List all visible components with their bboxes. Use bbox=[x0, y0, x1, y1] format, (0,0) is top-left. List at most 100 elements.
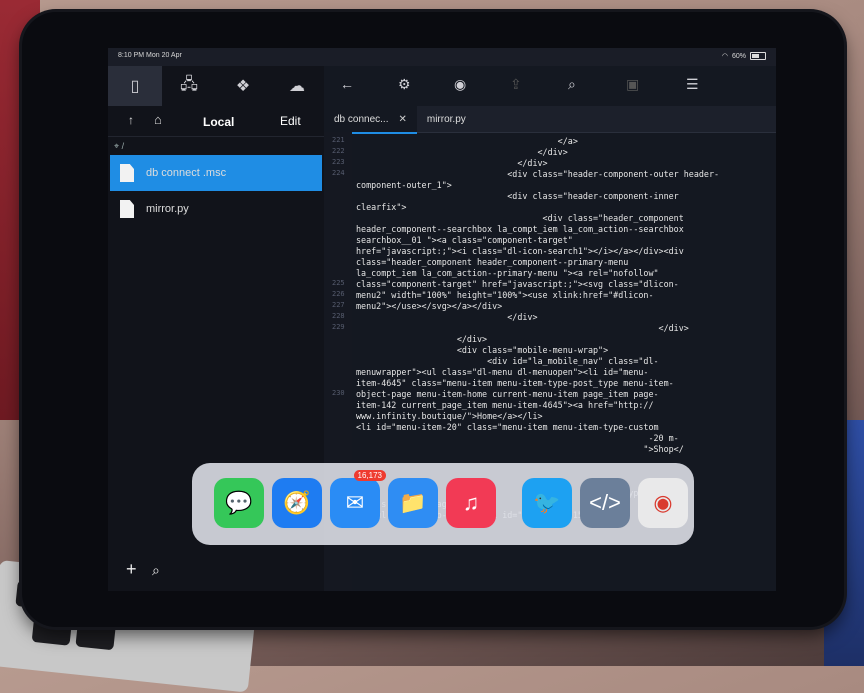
line-number: 223 bbox=[332, 158, 345, 166]
tab-label: mirror.py bbox=[426, 113, 466, 125]
code-line: </a> bbox=[356, 136, 578, 146]
file-item-db-connect[interactable]: db connect .msc bbox=[110, 155, 322, 191]
messages-app-icon[interactable]: 💬 bbox=[214, 478, 264, 528]
close-icon[interactable]: ✕ bbox=[398, 114, 406, 125]
code-line: ">Shop</ bbox=[356, 444, 684, 454]
location-pin-icon: ⌖ bbox=[114, 141, 120, 151]
code-line: www.infinity.boutique/">Home</a></li> bbox=[356, 411, 543, 421]
app-glyph: 🐦 bbox=[533, 490, 561, 515]
app-glyph: 💬 bbox=[225, 490, 253, 515]
code-line: <div class="header-component-outer heade… bbox=[356, 169, 720, 179]
line-number: 222 bbox=[332, 147, 345, 155]
add-icon[interactable]: + bbox=[126, 559, 137, 580]
tab-label: db connec... bbox=[334, 113, 389, 125]
music-app-icon[interactable]: ♫ bbox=[446, 478, 496, 528]
cloud-icon[interactable]: ☁ bbox=[270, 66, 324, 106]
mail-app-icon[interactable]: ✉ 16,173 bbox=[330, 470, 386, 528]
status-right: ◠ 60% bbox=[722, 52, 766, 60]
sidebar-title: Local bbox=[203, 115, 235, 129]
code-line: la_compt_iem la_com_action--primary-menu… bbox=[356, 268, 659, 278]
line-number: 226 bbox=[332, 290, 345, 298]
app-glyph: 🧭 bbox=[283, 490, 311, 515]
search-icon[interactable]: ⌕ bbox=[152, 562, 160, 579]
app-glyph: ✉ bbox=[345, 490, 365, 515]
code-line: class="header_component header_component… bbox=[356, 257, 629, 267]
code-line: header_component--searchbox la_compt_iem… bbox=[356, 224, 684, 234]
chrome-app-icon[interactable]: ◉ bbox=[638, 478, 688, 528]
gear-icon[interactable]: ⚙ bbox=[398, 76, 411, 93]
app-glyph: </> bbox=[589, 490, 621, 515]
sidebar-header: ↑ ⌂ Local Edit bbox=[108, 106, 324, 137]
code-line: searchbox__01 "><a class="component-targ… bbox=[356, 235, 573, 245]
code-line: </div> bbox=[356, 147, 568, 157]
code-line: </div> bbox=[356, 312, 538, 322]
code-line: object-page menu-item-home current-menu-… bbox=[356, 389, 659, 399]
share-icon[interactable]: ⇪ bbox=[510, 76, 522, 93]
line-number: 221 bbox=[332, 136, 345, 144]
app-glyph: ♫ bbox=[462, 490, 480, 515]
code-line: class="component-target" href="javascrip… bbox=[356, 279, 679, 289]
back-arrow-icon[interactable]: ← bbox=[340, 76, 354, 92]
dropbox-icon[interactable]: ❖ bbox=[216, 66, 270, 106]
code-line: menu2"></use></svg></a></div> bbox=[356, 301, 503, 311]
app-glyph: ◉ bbox=[653, 490, 673, 515]
up-arrow-icon[interactable]: ↑ bbox=[128, 113, 134, 127]
device-icon[interactable]: ▯ bbox=[108, 66, 162, 106]
line-number: 224 bbox=[332, 169, 345, 177]
line-number: 229 bbox=[332, 323, 345, 331]
sidebar-source-tabs: ▯ 🖧 ❖ ☁ bbox=[108, 66, 324, 106]
file-icon bbox=[120, 164, 134, 182]
code-line: </div> bbox=[356, 323, 689, 333]
tab-db-connect[interactable]: db connec... ✕ bbox=[324, 106, 417, 134]
code-line: <div class="mobile-menu-wrap"> bbox=[356, 345, 609, 355]
code-line: </div> bbox=[356, 334, 488, 344]
file-name: mirror.py bbox=[146, 203, 189, 215]
code-line: menu2" width="100%" height="100%"><use x… bbox=[356, 290, 654, 300]
code-line: clearfix"> bbox=[356, 202, 407, 212]
code-line: <li id="menu-item-20" class="menu-item m… bbox=[356, 422, 659, 432]
edit-button[interactable]: Edit bbox=[280, 114, 301, 128]
editor-toolbar: ← ⚙ ◉ ⇪ ⌕ ▣ ☰ bbox=[324, 66, 776, 106]
line-number: 225 bbox=[332, 279, 345, 287]
home-icon[interactable]: ⌂ bbox=[154, 112, 162, 127]
file-item-mirror[interactable]: mirror.py bbox=[110, 191, 322, 227]
code-line: component-outer_1"> bbox=[356, 180, 452, 190]
tab-mirror[interactable]: mirror.py bbox=[417, 106, 476, 132]
eye-icon[interactable]: ◉ bbox=[454, 76, 466, 93]
file-icon bbox=[120, 200, 134, 218]
ipad-device: 8:10 PM Mon 20 Apr ◠ 60% ▯ 🖧 ❖ ☁ ↑ ⌂ Loc… bbox=[22, 12, 844, 627]
twitter-app-icon[interactable]: 🐦 bbox=[522, 478, 572, 528]
wifi-icon: ◠ bbox=[721, 53, 728, 60]
code-line: menuwrapper"><ul class="dl-menu dl-menuo… bbox=[356, 367, 649, 377]
code-line: <div id="la_mobile_nav" class="dl- bbox=[356, 356, 659, 366]
code-line: <div class="header-component-inner bbox=[356, 191, 679, 201]
ipad-screen: 8:10 PM Mon 20 Apr ◠ 60% ▯ 🖧 ❖ ☁ ↑ ⌂ Loc… bbox=[108, 48, 776, 591]
line-number: 227 bbox=[332, 301, 345, 309]
code-line: href="javascript:;"><i class="dl-icon-se… bbox=[356, 246, 684, 256]
file-name: db connect .msc bbox=[146, 167, 227, 179]
code-line: <div class="header_component bbox=[356, 213, 684, 223]
path-text: / bbox=[121, 141, 125, 151]
code-app-icon[interactable]: </> bbox=[580, 478, 630, 528]
editor-tabs: db connec... ✕ mirror.py bbox=[324, 106, 776, 134]
battery-percent: 60% bbox=[731, 52, 746, 60]
server-icon[interactable]: 🖧 bbox=[162, 66, 216, 106]
ios-dock: 💬 🧭 ✉ 16,173 📁 ♫ 🐦 </> ◉ bbox=[192, 463, 694, 545]
search-icon[interactable]: ⌕ bbox=[568, 76, 576, 93]
code-line: item-142 current_page_item menu-item-464… bbox=[356, 400, 654, 410]
files-app-icon[interactable]: 📁 bbox=[388, 478, 438, 528]
battery-icon bbox=[750, 52, 766, 60]
list-icon[interactable]: ☰ bbox=[686, 76, 699, 93]
sidebar-bottom-bar: + ⌕ bbox=[108, 551, 324, 591]
current-path: ⌖ / bbox=[108, 137, 324, 155]
code-line: </div> bbox=[356, 158, 548, 168]
status-time: 8:10 PM Mon 20 Apr bbox=[118, 52, 182, 59]
safari-app-icon[interactable]: 🧭 bbox=[272, 478, 322, 528]
notification-badge: 16,173 bbox=[353, 470, 386, 481]
app-glyph: 📁 bbox=[399, 490, 427, 515]
line-number: 230 bbox=[332, 389, 345, 397]
status-bar: 8:10 PM Mon 20 Apr ◠ 60% bbox=[108, 48, 776, 66]
line-number: 228 bbox=[332, 312, 345, 320]
lock-icon[interactable]: ▣ bbox=[626, 76, 639, 93]
code-line: -20 m- bbox=[356, 433, 679, 443]
